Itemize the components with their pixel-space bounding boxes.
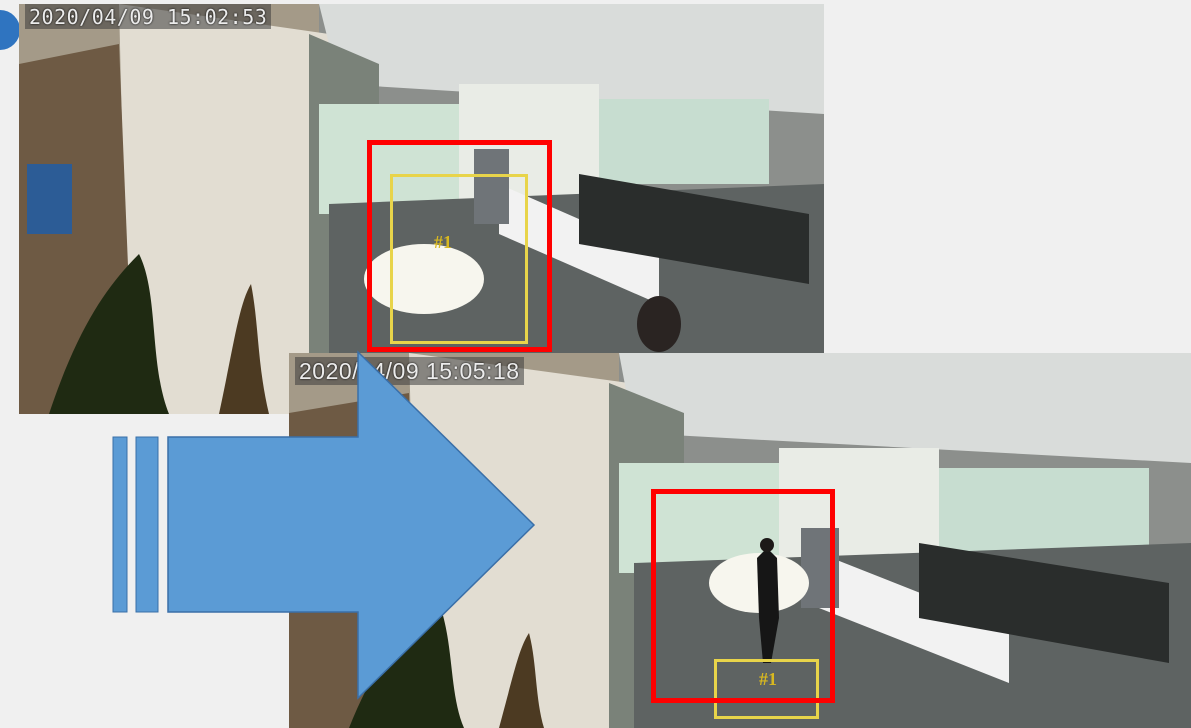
arrow-right-icon	[112, 350, 536, 700]
